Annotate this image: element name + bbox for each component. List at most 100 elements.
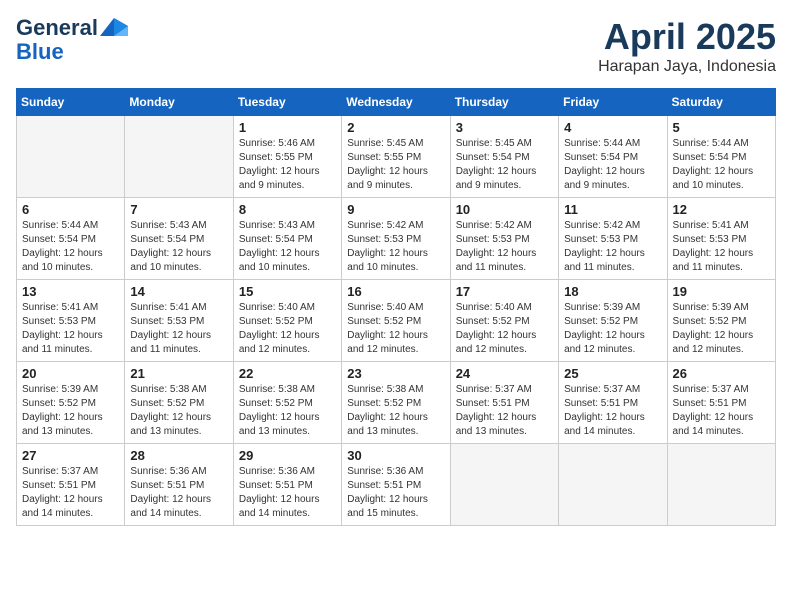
day-number: 4	[564, 120, 661, 135]
day-number: 8	[239, 202, 336, 217]
logo-text: General	[16, 16, 98, 40]
day-info: Sunrise: 5:38 AMSunset: 5:52 PMDaylight:…	[239, 383, 336, 439]
calendar-day-empty	[17, 116, 125, 198]
calendar-table: SundayMondayTuesdayWednesdayThursdayFrid…	[16, 88, 776, 526]
calendar-day-1: 1 Sunrise: 5:46 AMSunset: 5:55 PMDaylight…	[233, 116, 341, 198]
calendar-day-4: 4 Sunrise: 5:44 AMSunset: 5:54 PMDaylight…	[559, 116, 667, 198]
day-info: Sunrise: 5:38 AMSunset: 5:52 PMDaylight:…	[130, 383, 227, 439]
day-info: Sunrise: 5:37 AMSunset: 5:51 PMDaylight:…	[564, 383, 661, 439]
day-info: Sunrise: 5:45 AMSunset: 5:55 PMDaylight:…	[347, 137, 444, 193]
day-info: Sunrise: 5:42 AMSunset: 5:53 PMDaylight:…	[564, 219, 661, 275]
calendar-day-24: 24 Sunrise: 5:37 AMSunset: 5:51 PMDayligh…	[450, 362, 558, 444]
day-info: Sunrise: 5:36 AMSunset: 5:51 PMDaylight:…	[130, 465, 227, 521]
day-number: 3	[456, 120, 553, 135]
col-header-sunday: Sunday	[17, 89, 125, 116]
day-info: Sunrise: 5:37 AMSunset: 5:51 PMDaylight:…	[22, 465, 119, 521]
col-header-friday: Friday	[559, 89, 667, 116]
day-info: Sunrise: 5:37 AMSunset: 5:51 PMDaylight:…	[456, 383, 553, 439]
day-number: 18	[564, 284, 661, 299]
day-number: 28	[130, 448, 227, 463]
day-number: 30	[347, 448, 444, 463]
calendar-day-20: 20Sunrise: 5:39 AMSunset: 5:52 PMDayligh…	[17, 362, 125, 444]
day-number: 17	[456, 284, 553, 299]
calendar-day-10: 10 Sunrise: 5:42 AMSunset: 5:53 PMDayligh…	[450, 198, 558, 280]
day-info: Sunrise: 5:43 AMSunset: 5:54 PMDaylight:…	[239, 219, 336, 275]
calendar-day-6: 6Sunrise: 5:44 AMSunset: 5:54 PMDaylight…	[17, 198, 125, 280]
col-header-wednesday: Wednesday	[342, 89, 450, 116]
calendar-day-21: 21 Sunrise: 5:38 AMSunset: 5:52 PMDayligh…	[125, 362, 233, 444]
calendar-day-13: 13 Sunrise: 5:41 AMSunset: 5:53 PMDayligh…	[17, 280, 125, 362]
day-info: Sunrise: 5:44 AMSunset: 5:54 PMDaylight:…	[564, 137, 661, 193]
day-number: 13	[22, 284, 119, 299]
day-number: 23	[347, 366, 444, 381]
calendar-subtitle: Harapan Jaya, Indonesia	[598, 58, 776, 76]
calendar-day-empty	[125, 116, 233, 198]
calendar-header-row: SundayMondayTuesdayWednesdayThursdayFrid…	[17, 89, 776, 116]
logo: General Blue	[16, 16, 128, 64]
calendar-day-19: 19 Sunrise: 5:39 AMSunset: 5:52 PMDayligh…	[667, 280, 775, 362]
day-info: Sunrise: 5:41 AMSunset: 5:53 PMDaylight:…	[130, 301, 227, 357]
day-info: Sunrise: 5:37 AMSunset: 5:51 PMDaylight:…	[673, 383, 770, 439]
calendar-day-23: 23 Sunrise: 5:38 AMSunset: 5:52 PMDayligh…	[342, 362, 450, 444]
calendar-day-14: 14 Sunrise: 5:41 AMSunset: 5:53 PMDayligh…	[125, 280, 233, 362]
col-header-thursday: Thursday	[450, 89, 558, 116]
day-number: 29	[239, 448, 336, 463]
calendar-day-empty	[450, 444, 558, 526]
day-number: 19	[673, 284, 770, 299]
page-header: General Blue April 2025 Harapan Jaya, In…	[16, 16, 776, 76]
calendar-day-15: 15 Sunrise: 5:40 AMSunset: 5:52 PMDayligh…	[233, 280, 341, 362]
calendar-day-2: 2Sunrise: 5:45 AMSunset: 5:55 PMDaylight…	[342, 116, 450, 198]
day-info: Sunrise: 5:36 AMSunset: 5:51 PMDaylight:…	[347, 465, 444, 521]
day-number: 1	[239, 120, 336, 135]
day-info: Sunrise: 5:41 AMSunset: 5:53 PMDaylight:…	[22, 301, 119, 357]
calendar-day-11: 11 Sunrise: 5:42 AMSunset: 5:53 PMDayligh…	[559, 198, 667, 280]
calendar-day-empty	[667, 444, 775, 526]
day-number: 12	[673, 202, 770, 217]
calendar-week-row: 27Sunrise: 5:37 AMSunset: 5:51 PMDayligh…	[17, 444, 776, 526]
day-info: Sunrise: 5:38 AMSunset: 5:52 PMDaylight:…	[347, 383, 444, 439]
day-number: 22	[239, 366, 336, 381]
day-info: Sunrise: 5:43 AMSunset: 5:54 PMDaylight:…	[130, 219, 227, 275]
day-number: 11	[564, 202, 661, 217]
day-info: Sunrise: 5:45 AMSunset: 5:54 PMDaylight:…	[456, 137, 553, 193]
calendar-day-3: 3 Sunrise: 5:45 AMSunset: 5:54 PMDaylight…	[450, 116, 558, 198]
calendar-day-8: 8 Sunrise: 5:43 AMSunset: 5:54 PMDaylight…	[233, 198, 341, 280]
calendar-day-12: 12 Sunrise: 5:41 AMSunset: 5:53 PMDayligh…	[667, 198, 775, 280]
calendar-day-26: 26 Sunrise: 5:37 AMSunset: 5:51 PMDayligh…	[667, 362, 775, 444]
logo-text-blue: Blue	[16, 40, 64, 64]
calendar-week-row: 6Sunrise: 5:44 AMSunset: 5:54 PMDaylight…	[17, 198, 776, 280]
day-number: 16	[347, 284, 444, 299]
day-info: Sunrise: 5:41 AMSunset: 5:53 PMDaylight:…	[673, 219, 770, 275]
day-info: Sunrise: 5:42 AMSunset: 5:53 PMDaylight:…	[347, 219, 444, 275]
day-info: Sunrise: 5:40 AMSunset: 5:52 PMDaylight:…	[239, 301, 336, 357]
day-info: Sunrise: 5:42 AMSunset: 5:53 PMDaylight:…	[456, 219, 553, 275]
calendar-week-row: 1 Sunrise: 5:46 AMSunset: 5:55 PMDaylight…	[17, 116, 776, 198]
day-info: Sunrise: 5:40 AMSunset: 5:52 PMDaylight:…	[456, 301, 553, 357]
day-number: 25	[564, 366, 661, 381]
col-header-tuesday: Tuesday	[233, 89, 341, 116]
day-number: 21	[130, 366, 227, 381]
day-number: 7	[130, 202, 227, 217]
day-number: 15	[239, 284, 336, 299]
day-info: Sunrise: 5:39 AMSunset: 5:52 PMDaylight:…	[673, 301, 770, 357]
logo-icon	[100, 18, 128, 36]
calendar-day-16: 16 Sunrise: 5:40 AMSunset: 5:52 PMDayligh…	[342, 280, 450, 362]
day-info: Sunrise: 5:46 AMSunset: 5:55 PMDaylight:…	[239, 137, 336, 193]
day-number: 14	[130, 284, 227, 299]
calendar-day-27: 27Sunrise: 5:37 AMSunset: 5:51 PMDayligh…	[17, 444, 125, 526]
calendar-week-row: 20Sunrise: 5:39 AMSunset: 5:52 PMDayligh…	[17, 362, 776, 444]
calendar-day-30: 30 Sunrise: 5:36 AMSunset: 5:51 PMDayligh…	[342, 444, 450, 526]
day-number: 26	[673, 366, 770, 381]
calendar-week-row: 13 Sunrise: 5:41 AMSunset: 5:53 PMDayligh…	[17, 280, 776, 362]
calendar-day-18: 18 Sunrise: 5:39 AMSunset: 5:52 PMDayligh…	[559, 280, 667, 362]
day-number: 20	[22, 366, 119, 381]
day-info: Sunrise: 5:39 AMSunset: 5:52 PMDaylight:…	[564, 301, 661, 357]
day-info: Sunrise: 5:44 AMSunset: 5:54 PMDaylight:…	[673, 137, 770, 193]
calendar-day-28: 28 Sunrise: 5:36 AMSunset: 5:51 PMDayligh…	[125, 444, 233, 526]
day-number: 10	[456, 202, 553, 217]
day-info: Sunrise: 5:40 AMSunset: 5:52 PMDaylight:…	[347, 301, 444, 357]
col-header-saturday: Saturday	[667, 89, 775, 116]
calendar-day-29: 29Sunrise: 5:36 AMSunset: 5:51 PMDayligh…	[233, 444, 341, 526]
calendar-title: April 2025	[598, 16, 776, 58]
day-number: 24	[456, 366, 553, 381]
